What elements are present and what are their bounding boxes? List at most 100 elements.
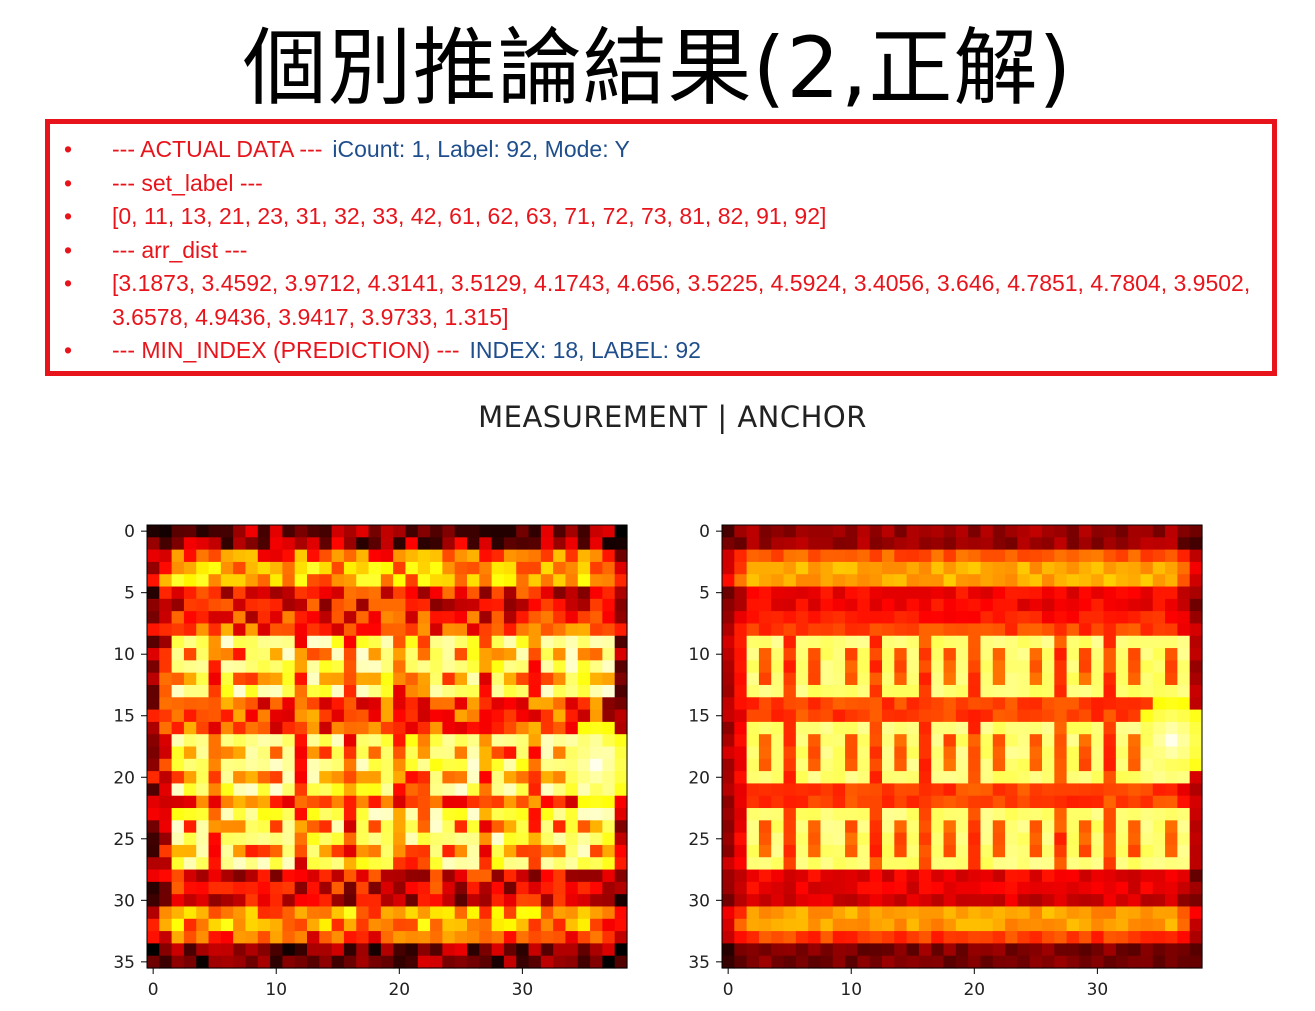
heatmap-cell — [368, 574, 382, 588]
heatmap-cell — [270, 574, 283, 588]
heatmap-cell — [516, 549, 530, 563]
heatmap-cell — [845, 660, 858, 674]
heatmap-cell — [1152, 660, 1166, 674]
heatmap-cell — [857, 857, 871, 871]
heatmap-cell — [906, 721, 920, 735]
heatmap-cell — [722, 672, 735, 686]
heatmap-cell — [857, 832, 871, 846]
heatmap-cell — [442, 635, 456, 649]
heatmap-cell — [331, 894, 345, 908]
heatmap-cell — [516, 869, 530, 883]
heatmap-cell — [479, 894, 493, 908]
heatmap-cell — [417, 721, 431, 735]
heatmap-cell — [1091, 734, 1105, 748]
heatmap-cell — [307, 931, 320, 944]
heatmap-cell — [832, 672, 846, 686]
heatmap-cell — [795, 820, 809, 834]
heatmap-cell — [832, 746, 846, 760]
heatmap-cell — [1152, 758, 1166, 772]
heatmap-cell — [220, 684, 234, 698]
heatmap-cell — [602, 721, 616, 735]
heatmap-cell — [1140, 721, 1154, 735]
heatmap-cell — [820, 721, 834, 735]
heatmap-cell — [1177, 758, 1191, 772]
heatmap-cell — [270, 734, 283, 748]
heatmap-cell — [857, 943, 871, 957]
heatmap-cell — [980, 598, 994, 612]
heatmap-cell — [931, 697, 945, 711]
heatmap-cell — [1115, 943, 1129, 957]
heatmap-cell — [918, 918, 932, 932]
heatmap-cell — [1115, 820, 1129, 834]
heatmap-cell — [758, 746, 772, 760]
heatmap-cell — [331, 881, 345, 895]
heatmap-cell — [417, 660, 431, 674]
heatmap-cell — [1152, 635, 1166, 649]
heatmap-cell — [1177, 844, 1191, 858]
heatmap-cell — [454, 758, 468, 772]
heatmap-cell — [820, 881, 834, 895]
heatmap-cell — [783, 525, 797, 538]
heatmap-cell — [1066, 623, 1080, 637]
heatmap-cell — [1029, 525, 1043, 538]
heatmap-cell — [294, 549, 308, 563]
heatmap-cell — [1029, 881, 1043, 895]
heatmap-cell — [820, 795, 834, 809]
heatmap-cell — [795, 881, 809, 895]
heatmap-cell — [894, 734, 908, 748]
heatmap-cell — [1177, 525, 1191, 538]
heatmap-cell — [516, 783, 530, 797]
heatmap-cell — [516, 943, 530, 957]
heatmap-cell — [1017, 697, 1031, 711]
heatmap-cell — [220, 832, 234, 846]
heatmap-cell — [722, 709, 735, 723]
heatmap-cell — [845, 918, 858, 932]
heatmap-cell — [171, 758, 185, 772]
heatmap-cell — [368, 611, 382, 625]
heatmap-cell — [1103, 697, 1117, 711]
heatmap-cell — [918, 697, 932, 711]
heatmap-cell — [245, 549, 259, 563]
heatmap-cell — [491, 881, 505, 895]
x-tick-label: 20 — [963, 980, 985, 1000]
heatmap-cell — [479, 525, 493, 538]
heatmap-cell — [869, 758, 883, 772]
heatmap-cell — [528, 931, 542, 944]
heatmap-cell — [955, 598, 969, 612]
heatmap-cell — [208, 783, 222, 797]
heatmap-cell — [270, 918, 283, 932]
heatmap-cell — [553, 894, 567, 908]
heatmap-cell — [233, 586, 247, 600]
heatmap-cell — [417, 832, 431, 846]
y-tick-label: 0 — [124, 522, 135, 542]
heatmap-cell — [356, 586, 370, 600]
heatmap-cell — [196, 894, 210, 908]
heatmap-cell — [918, 906, 932, 920]
heatmap-cell — [196, 672, 210, 686]
heatmap-cell — [282, 869, 296, 883]
heatmap-cell — [503, 648, 517, 661]
heatmap-cell — [405, 943, 419, 957]
heatmap-cell — [183, 549, 197, 563]
heatmap-cell — [1029, 931, 1043, 944]
heatmap-cell — [1054, 820, 1068, 834]
heatmap-cell — [233, 660, 247, 674]
heatmap-cell — [832, 771, 846, 785]
heatmap-cell — [430, 549, 443, 563]
heatmap-cell — [553, 869, 567, 883]
heatmap-cell — [968, 574, 982, 588]
heatmap-cell — [602, 525, 616, 538]
heatmap-cell — [577, 832, 591, 846]
heatmap-cell — [442, 771, 456, 785]
heatmap-cell — [467, 955, 480, 969]
heatmap-cell — [931, 549, 945, 563]
heatmap-cell — [1152, 721, 1166, 735]
heatmap-cell — [331, 586, 345, 600]
heatmap-cell — [1066, 611, 1080, 625]
heatmap-cell — [758, 549, 772, 563]
heatmap-cell — [943, 721, 957, 735]
heatmap-cell — [343, 660, 357, 674]
heatmap-cell — [882, 660, 895, 674]
heatmap-cell — [171, 808, 185, 821]
heatmap-cell — [159, 857, 173, 871]
